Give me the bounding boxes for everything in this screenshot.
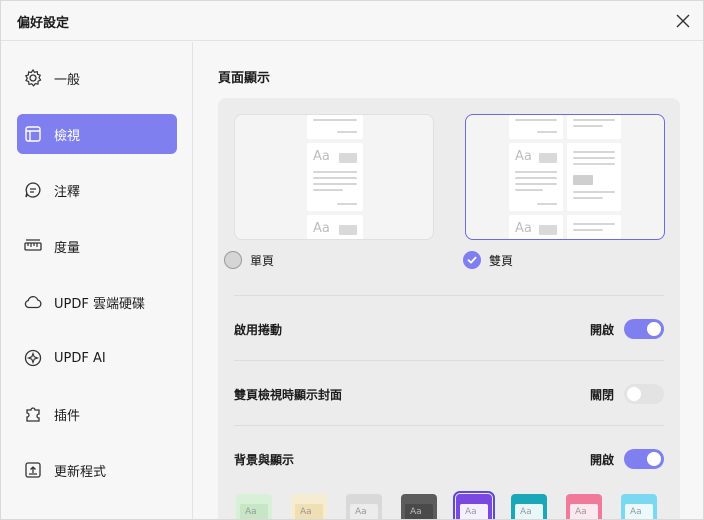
theme-swatch[interactable]: Aa	[401, 494, 437, 519]
radio-label: 雙頁	[489, 253, 514, 268]
sidebar-item-label: 度量	[54, 240, 81, 256]
page-preview: Aa	[509, 215, 563, 239]
sidebar-item-view[interactable]: 檢視	[17, 114, 177, 154]
plugin-icon	[23, 404, 43, 424]
theme-swatch[interactable]: Aa	[511, 494, 547, 519]
setting-name: 啟用捲動	[234, 322, 283, 337]
sidebar-item-general[interactable]: 一般	[17, 58, 177, 98]
theme-swatch[interactable]: Aa	[621, 494, 657, 519]
sidebar-item-annotation[interactable]: 注釋	[17, 170, 177, 210]
cloud-icon	[23, 292, 43, 312]
double-page-layout-card[interactable]: Aa Aa	[465, 114, 665, 240]
setting-enable-scroll: 啟用捲動 開啟	[234, 317, 664, 341]
theme-sample-text: Aa	[245, 507, 257, 517]
setting-state: 關閉	[589, 387, 614, 402]
settings-content: 頁面顯示 Aa Aa Aa Aa 單頁 雙頁 啟用捲動 開啟 雙頁檢視時顯示封面…	[194, 42, 703, 519]
page-preview: Aa	[307, 143, 363, 211]
setting-state: 開啟	[589, 452, 614, 467]
sidebar-item-label: UPDF 雲端硬碟	[54, 296, 145, 312]
page-preview: Aa	[307, 215, 363, 239]
theme-sample-text: Aa	[300, 507, 312, 517]
page-preview	[567, 143, 621, 211]
theme-sample-text: Aa	[630, 507, 642, 517]
divider	[234, 425, 664, 426]
checkmark-icon[interactable]	[463, 251, 481, 269]
sidebar-item-ai[interactable]: UPDF AI	[17, 338, 177, 378]
page-preview	[509, 115, 563, 139]
cover-page-toggle[interactable]	[624, 384, 664, 404]
theme-swatch[interactable]: Aa	[453, 491, 495, 519]
sidebar-item-label: 注釋	[54, 184, 81, 200]
sidebar-item-cloud[interactable]: UPDF 雲端硬碟	[17, 282, 177, 322]
setting-name: 背景與顯示	[234, 452, 295, 467]
setting-state: 開啟	[589, 322, 614, 337]
single-page-radio[interactable]: 單頁	[224, 251, 274, 269]
page-preview	[307, 115, 363, 139]
comment-icon	[23, 180, 43, 200]
sidebar-item-label: 更新程式	[54, 464, 107, 480]
single-page-layout-card[interactable]: Aa Aa	[234, 114, 434, 240]
theme-sample-text: Aa	[465, 507, 477, 517]
sidebar-item-label: 插件	[54, 408, 81, 424]
layout-icon	[23, 124, 43, 144]
sidebar-item-label: 一般	[54, 72, 81, 88]
divider	[234, 295, 664, 296]
title-bar: 偏好設定	[1, 1, 703, 41]
theme-swatch[interactable]: Aa	[291, 494, 327, 519]
theme-sample-text: Aa	[355, 507, 367, 517]
theme-sample-text: Aa	[410, 507, 422, 517]
theme-sample-text: Aa	[575, 507, 587, 517]
sidebar: 一般 檢視 注釋 度量 UPDF 雲端硬碟 UPDF AI 插件 更新程式	[1, 42, 193, 519]
double-page-radio[interactable]: 雙頁	[463, 251, 513, 269]
radio-label: 單頁	[250, 253, 275, 268]
theme-swatch[interactable]: Aa	[236, 494, 272, 519]
background-toggle[interactable]	[624, 449, 664, 469]
window-title: 偏好設定	[17, 16, 70, 31]
settings-panel: Aa Aa Aa Aa 單頁 雙頁 啟用捲動 開啟 雙頁檢視時顯示封面 關閉 背…	[218, 98, 680, 519]
setting-name: 雙頁檢視時顯示封面	[234, 387, 343, 402]
theme-swatch[interactable]: Aa	[346, 494, 382, 519]
section-title: 頁面顯示	[218, 71, 271, 86]
setting-cover-page: 雙頁檢視時顯示封面 關閉	[234, 382, 664, 406]
close-icon[interactable]	[673, 11, 693, 31]
gear-icon	[23, 68, 43, 88]
update-icon	[23, 460, 43, 480]
theme-sample-text: Aa	[520, 507, 532, 517]
page-preview	[567, 115, 621, 139]
page-preview: Aa	[509, 143, 563, 211]
page-preview	[567, 215, 621, 239]
preferences-window: 偏好設定 一般 檢視 注釋 度量 UPDF 雲端硬碟 UPDF AI 插件 更新…	[0, 0, 704, 520]
sidebar-item-measure[interactable]: 度量	[17, 226, 177, 266]
ai-sparkle-icon	[23, 348, 43, 368]
radio-button[interactable]	[224, 251, 242, 269]
theme-swatch[interactable]: Aa	[566, 494, 602, 519]
divider	[234, 360, 664, 361]
ruler-icon	[23, 236, 43, 256]
setting-background: 背景與顯示 開啟	[234, 447, 664, 471]
sidebar-item-plugins[interactable]: 插件	[17, 394, 177, 434]
scroll-toggle[interactable]	[624, 319, 664, 339]
sidebar-item-label: UPDF AI	[54, 350, 106, 366]
sidebar-item-label: 檢視	[54, 128, 81, 144]
sidebar-item-update[interactable]: 更新程式	[17, 450, 177, 490]
